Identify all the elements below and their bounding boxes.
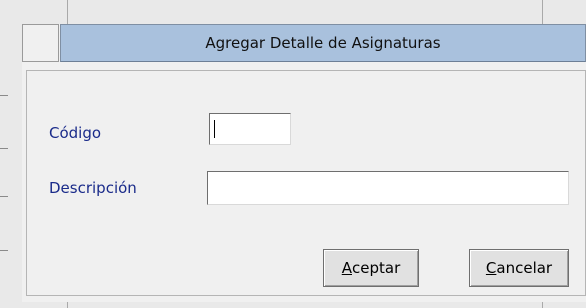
background-tick xyxy=(0,148,8,149)
background-tick xyxy=(0,250,8,251)
cancelar-label: ancelar xyxy=(496,259,553,277)
aceptar-mnemonic: A xyxy=(341,259,352,277)
title-bar-icon-box[interactable] xyxy=(22,24,59,62)
dialog-body: Código Descripción Aceptar Cancelar xyxy=(26,70,586,296)
descripcion-input[interactable] xyxy=(207,171,569,205)
codigo-field-wrap xyxy=(209,113,291,145)
dialog-title-row: Agregar Detalle de Asignaturas xyxy=(22,24,586,62)
background-tick xyxy=(0,196,8,197)
add-detail-dialog: Agregar Detalle de Asignaturas Código De… xyxy=(22,24,586,302)
dialog-title-bar[interactable]: Agregar Detalle de Asignaturas xyxy=(60,24,586,62)
aceptar-button[interactable]: Aceptar xyxy=(323,249,419,287)
cancelar-button[interactable]: Cancelar xyxy=(469,249,569,287)
descripcion-label: Descripción xyxy=(49,179,137,197)
codigo-input[interactable] xyxy=(209,113,291,145)
dialog-title: Agregar Detalle de Asignaturas xyxy=(205,34,441,52)
text-caret xyxy=(214,120,215,138)
cancelar-mnemonic: C xyxy=(485,259,497,277)
codigo-label: Código xyxy=(49,124,102,142)
aceptar-label: ceptar xyxy=(352,259,401,277)
background-tick xyxy=(0,95,8,96)
